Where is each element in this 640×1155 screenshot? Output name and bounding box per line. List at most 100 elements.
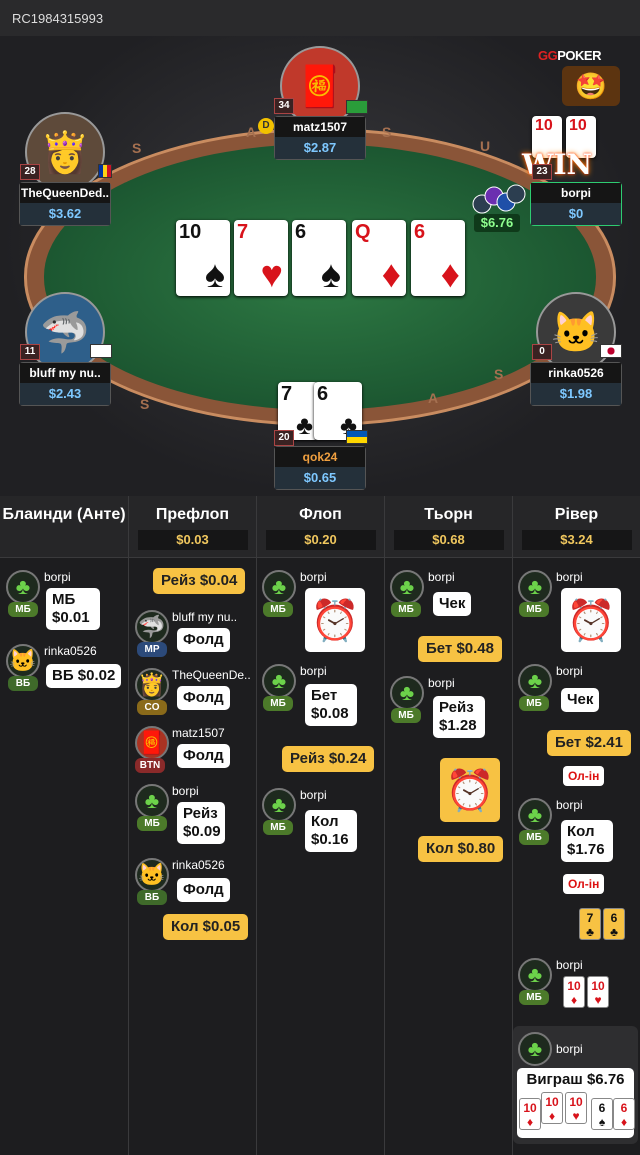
- pot-size: $0.68: [393, 530, 504, 550]
- player-stack: $3.62: [20, 203, 110, 225]
- hero-action: Рейз $0.04: [153, 568, 246, 594]
- timer-icon: ⏰: [561, 588, 621, 652]
- player-box[interactable]: bluff my nu.. $2.43: [19, 362, 111, 406]
- avatar[interactable]: 👸: [25, 112, 105, 192]
- player-name: bluff my nu..: [172, 610, 238, 624]
- matz-avatar-icon: 🧧: [135, 726, 169, 760]
- player-name: borpi: [300, 570, 327, 584]
- shown-card: 10 ♦: [541, 1092, 563, 1124]
- hand-history: Блаинди (Анте) ♣ МБ borpi МБ $0.01 🐱 ВБ …: [0, 496, 640, 1155]
- action-bubble: Кол $1.76: [561, 820, 613, 862]
- avatar[interactable]: 🧧: [280, 46, 360, 126]
- hand-id: RC1984315993: [0, 0, 640, 36]
- ukraine-flag-icon: [346, 430, 368, 444]
- position-badge: MP: [137, 642, 167, 657]
- clover-avatar-icon: ♣: [518, 958, 552, 992]
- column-title: Тьорн: [424, 506, 473, 523]
- player-name: TheQueenDed..: [20, 183, 110, 203]
- position-badge: МБ: [519, 830, 549, 845]
- clover-avatar-icon: ♣: [518, 664, 552, 698]
- player-stack: $0.65: [275, 467, 365, 489]
- level-badge: 34: [274, 98, 294, 114]
- player-name: borpi: [300, 788, 327, 802]
- hero-action: Кол $0.05: [163, 914, 249, 940]
- shown-card: 6 ♠: [591, 1098, 613, 1130]
- player-box[interactable]: TheQueenDed.. $3.62: [19, 182, 111, 226]
- player-stack: $2.87: [275, 137, 365, 159]
- action-bubble: МБ $0.01: [46, 588, 100, 630]
- gg-poker-logo: GGPOKER: [538, 48, 601, 63]
- column-preflop: Префлоп $0.03 Рейз $0.04 🦈 MP bluff my nu…: [129, 496, 257, 1155]
- clover-avatar-icon: ♣: [262, 788, 296, 822]
- action-bubble: Чек: [561, 688, 600, 712]
- action-bubble: Чек: [433, 592, 472, 616]
- column-title: Флоп: [299, 506, 342, 523]
- hero-action: Кол $0.80: [418, 836, 504, 862]
- clover-avatar-icon: ♣: [390, 676, 424, 710]
- position-badge: МБ: [519, 602, 549, 617]
- action-bubble: Рейз $0.09: [177, 802, 225, 844]
- position-badge: МБ: [391, 708, 421, 723]
- position-badge: ВБ: [8, 676, 38, 691]
- player-box[interactable]: rinka0526 $1.98: [530, 362, 622, 406]
- player-stack: $2.43: [20, 383, 110, 405]
- player-name: borpi: [556, 798, 583, 812]
- shown-card: 10 ♦: [519, 1098, 541, 1130]
- shown-card: 6 ♣: [603, 908, 625, 940]
- player-box[interactable]: matz1507 $2.87: [274, 116, 366, 160]
- rail-letter: S: [140, 396, 150, 412]
- player-name: borpi: [556, 664, 583, 678]
- player-stack: $1.98: [531, 383, 621, 405]
- player-name: rinka0526: [531, 363, 621, 383]
- rail-letter: S: [494, 366, 504, 382]
- player-name: matz1507: [172, 726, 225, 740]
- player-name: borpi: [428, 676, 455, 690]
- position-badge: МБ: [263, 820, 293, 835]
- rail-letter: A: [428, 390, 439, 406]
- shown-card: 10 ♥: [565, 1092, 587, 1124]
- player-name: borpi: [172, 784, 199, 798]
- shark-avatar-icon: 🦈: [135, 610, 169, 644]
- position-badge: CO: [137, 700, 167, 715]
- position-badge: МБ: [263, 696, 293, 711]
- clover-avatar-icon: ♣: [135, 784, 169, 818]
- hero-action: Рейз $0.24: [282, 746, 375, 772]
- level-badge: 28: [20, 164, 40, 180]
- avatar[interactable]: 🐱: [536, 292, 616, 372]
- shown-card: 10 ♥: [587, 976, 609, 1008]
- georgia-flag-icon: [90, 344, 112, 358]
- queen-avatar-icon: 👸: [135, 668, 169, 702]
- player-name: borpi: [556, 1042, 583, 1056]
- action-bubble: Фолд: [177, 744, 230, 768]
- rail-letter: U: [480, 138, 491, 154]
- pot-chips-icon: [472, 184, 526, 214]
- avatar[interactable]: 🦈: [25, 292, 105, 372]
- board-card: Q ♦: [352, 220, 406, 296]
- shown-card: 6 ♦: [613, 1098, 635, 1130]
- player-box[interactable]: qok24 $0.65: [274, 446, 366, 490]
- shown-card: 7 ♣: [579, 908, 601, 940]
- clover-avatar-icon: ♣: [262, 570, 296, 604]
- action-bubble: Бет $0.08: [305, 684, 357, 726]
- romania-flag-icon: [98, 164, 112, 178]
- column-title: Рівер: [554, 506, 599, 523]
- player-box[interactable]: borpi $0: [530, 182, 622, 226]
- winner-box: ♣ borpi Виграш $6.76 10 ♦ 10 ♦ 10 ♥ 6 ♠ 6 ♦: [513, 1026, 638, 1144]
- action-bubble: ВБ $0.02: [46, 664, 122, 688]
- player-name: rinka0526: [172, 858, 225, 872]
- column-title: Префлоп: [155, 506, 230, 523]
- shown-card: 10 ♦: [563, 976, 585, 1008]
- position-badge: МБ: [8, 602, 38, 617]
- japan-flag-icon: [600, 344, 622, 358]
- position-badge: МБ: [519, 990, 549, 1005]
- player-name: rinka0526: [44, 644, 97, 658]
- clover-avatar-icon: ♣: [390, 570, 424, 604]
- position-badge: МБ: [263, 602, 293, 617]
- brazil-flag-icon: [346, 100, 368, 114]
- level-badge: 0: [532, 344, 552, 360]
- hero-action: Бет $0.48: [418, 636, 502, 662]
- position-badge: МБ: [391, 602, 421, 617]
- emoji-reaction[interactable]: 🤩: [562, 66, 620, 106]
- player-name: borpi: [44, 570, 71, 584]
- rail-letter: S: [132, 140, 142, 156]
